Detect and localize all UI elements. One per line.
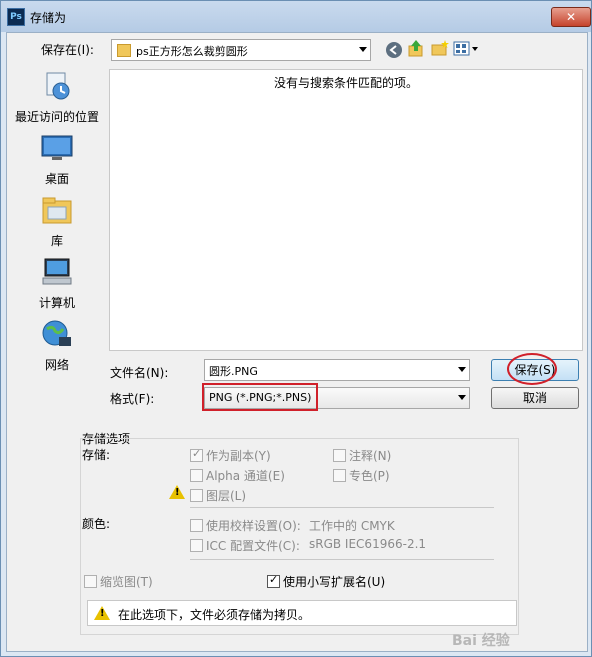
chevron-down-icon bbox=[458, 395, 466, 400]
file-list[interactable]: 没有与搜索条件匹配的项。 bbox=[109, 69, 583, 351]
warning-icon bbox=[94, 606, 110, 620]
sidebar-item-label: 桌面 bbox=[44, 172, 69, 186]
annotations-label: 注释(N) bbox=[349, 449, 392, 463]
note-box: 在此选项下，文件必须存储为拷贝。 bbox=[87, 600, 517, 626]
title-bar[interactable]: Ps 存储为 ✕ bbox=[1, 1, 591, 32]
photoshop-icon: Ps bbox=[7, 8, 25, 26]
sidebar-item-desktop[interactable]: 桌面 bbox=[7, 133, 107, 187]
up-folder-icon[interactable] bbox=[407, 39, 425, 57]
icc-value: sRGB IEC61966-2.1 bbox=[309, 537, 427, 551]
sidebar-item-label: 最近访问的位置 bbox=[14, 110, 99, 124]
color-label: 颜色: bbox=[82, 517, 111, 531]
icc-checkbox[interactable] bbox=[190, 539, 203, 552]
icc-label: ICC 配置文件(C): bbox=[206, 539, 300, 553]
desktop-icon bbox=[41, 135, 73, 160]
sidebar-item-label: 计算机 bbox=[38, 296, 75, 310]
divider bbox=[190, 507, 494, 508]
new-folder-icon[interactable] bbox=[431, 39, 449, 57]
lowercase-ext-checkbox[interactable] bbox=[267, 573, 280, 588]
thumbnail-label: 缩览图(T) bbox=[100, 575, 153, 589]
filename-input[interactable]: 圆形.PNG bbox=[204, 359, 470, 381]
layers-label: 图层(L) bbox=[206, 489, 247, 503]
save-highlight bbox=[507, 353, 557, 385]
view-menu-icon[interactable] bbox=[453, 40, 479, 58]
save-in-dropdown[interactable]: ps正方形怎么裁剪圆形 bbox=[111, 39, 371, 61]
network-icon bbox=[42, 320, 71, 346]
proof-value: 工作中的 CMYK bbox=[309, 519, 395, 533]
close-button[interactable]: ✕ bbox=[551, 7, 591, 27]
sidebar-item-label: 网络 bbox=[44, 358, 69, 372]
spot-label: 专色(P) bbox=[349, 469, 390, 483]
window-title: 存储为 bbox=[30, 11, 67, 25]
format-label: 格式(F): bbox=[110, 392, 155, 406]
filename-label: 文件名(N): bbox=[110, 366, 169, 380]
as-copy-checkbox[interactable] bbox=[190, 447, 203, 462]
save-in-label: 保存在(I): bbox=[41, 43, 94, 57]
sidebar-item-library[interactable]: 库 bbox=[7, 195, 107, 249]
lowercase-ext-label: 使用小写扩展名(U) bbox=[283, 575, 386, 589]
as-copy-label: 作为副本(Y) bbox=[206, 449, 271, 463]
chevron-down-icon bbox=[458, 367, 466, 372]
sidebar-item-computer[interactable]: 计算机 bbox=[7, 257, 107, 311]
sidebar-item-recent[interactable]: 最近访问的位置 bbox=[7, 71, 107, 125]
recent-places-icon bbox=[46, 72, 70, 100]
watermark: Bai 经验 bbox=[452, 633, 510, 649]
empty-message: 没有与搜索条件匹配的项。 bbox=[273, 76, 418, 90]
format-highlight bbox=[202, 383, 318, 411]
computer-icon bbox=[42, 258, 72, 285]
sidebar-item-label: 库 bbox=[50, 234, 63, 248]
filename-value: 圆形.PNG bbox=[209, 365, 258, 378]
use-proof-label: 使用校样设置(O): bbox=[206, 519, 301, 533]
folder-icon bbox=[117, 44, 131, 57]
cancel-button[interactable]: 取消 bbox=[491, 387, 579, 409]
alpha-checkbox[interactable] bbox=[190, 469, 203, 482]
spot-checkbox[interactable] bbox=[333, 469, 346, 482]
save-in-value: ps正方形怎么裁剪圆形 bbox=[136, 45, 248, 58]
save-as-dialog: Ps 存储为 ✕ 保存在(I): ps正方形怎么裁剪圆形 最近访问的位置 桌面 … bbox=[0, 0, 592, 657]
storage-label: 存储: bbox=[82, 448, 111, 462]
back-icon[interactable] bbox=[385, 41, 403, 59]
layers-checkbox[interactable] bbox=[190, 489, 203, 502]
chevron-down-icon bbox=[359, 47, 367, 52]
note-text: 在此选项下，文件必须存储为拷贝。 bbox=[118, 608, 311, 622]
alpha-label: Alpha 通道(E) bbox=[206, 469, 285, 483]
divider bbox=[190, 559, 494, 560]
library-icon bbox=[42, 197, 72, 224]
thumbnail-checkbox[interactable] bbox=[84, 575, 97, 588]
sidebar-item-network[interactable]: 网络 bbox=[7, 319, 107, 373]
dialog-body: 保存在(I): ps正方形怎么裁剪圆形 最近访问的位置 桌面 库 计算机 网络 … bbox=[6, 32, 588, 652]
annotations-checkbox[interactable] bbox=[333, 449, 346, 462]
warning-icon bbox=[169, 485, 185, 499]
places-sidebar: 最近访问的位置 桌面 库 计算机 网络 bbox=[7, 65, 107, 372]
use-proof-checkbox[interactable] bbox=[190, 519, 203, 532]
